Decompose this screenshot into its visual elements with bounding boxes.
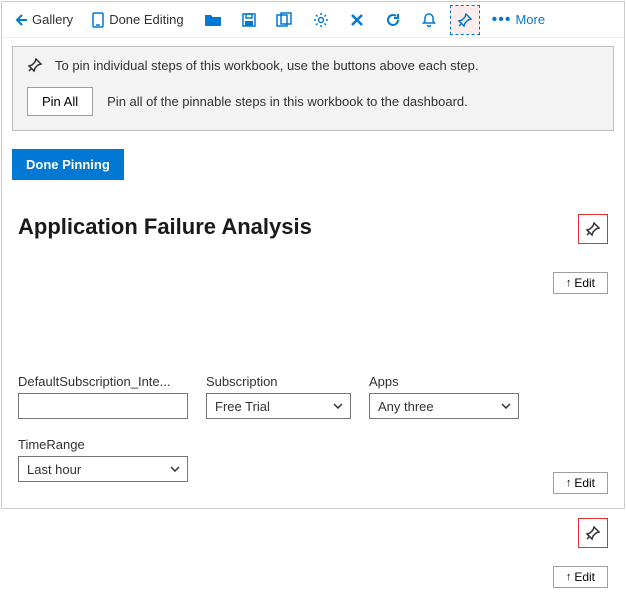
param-defaultsub-label: DefaultSubscription_Inte...: [18, 374, 188, 389]
bell-icon: [421, 12, 437, 28]
tablet-icon: [91, 12, 105, 28]
edit-label: Edit: [574, 276, 595, 290]
edit-button[interactable]: ↑ Edit: [553, 272, 608, 294]
gear-icon: [313, 12, 329, 28]
open-button[interactable]: [198, 5, 228, 35]
more-label: More: [515, 12, 545, 27]
more-button[interactable]: ••• More: [486, 12, 551, 28]
pin-hint-text: To pin individual steps of this workbook…: [55, 58, 478, 73]
done-editing-label: Done Editing: [105, 12, 193, 27]
pin-icon: [585, 525, 601, 541]
chevron-down-icon: [169, 463, 181, 475]
param-subscription-label: Subscription: [206, 374, 351, 389]
chevron-down-icon: [500, 400, 512, 412]
edit-button[interactable]: ↑ Edit: [553, 472, 608, 494]
param-defaultsub-field[interactable]: [18, 393, 188, 419]
settings-button[interactable]: [306, 5, 336, 35]
pin-icon: [457, 12, 473, 28]
edit-button[interactable]: ↑ Edit: [553, 566, 608, 588]
pin-all-button[interactable]: Pin All: [27, 87, 93, 116]
refresh-icon: [385, 12, 401, 28]
save-icon: [241, 12, 257, 28]
pin-step-button[interactable]: [578, 518, 608, 548]
up-arrow-icon: ↑: [566, 277, 572, 289]
pin-icon: [27, 57, 43, 73]
param-subscription-value: Free Trial: [215, 399, 270, 414]
pin-step-button[interactable]: [578, 214, 608, 244]
edit-label: Edit: [574, 476, 595, 490]
pin-all-desc: Pin all of the pinnable steps in this wo…: [107, 94, 468, 109]
params-section: DefaultSubscription_Inte... Subscription…: [18, 374, 614, 494]
up-arrow-icon: ↑: [566, 477, 572, 489]
alert-button[interactable]: [414, 5, 444, 35]
param-subscription-field[interactable]: Free Trial: [206, 393, 351, 419]
pin-icon: [585, 221, 601, 237]
param-apps-label: Apps: [369, 374, 519, 389]
param-timerange-label: TimeRange: [18, 437, 188, 452]
save-copy-button[interactable]: [270, 5, 300, 35]
pin-panel: To pin individual steps of this workbook…: [12, 46, 614, 131]
pin-mode-button[interactable]: [450, 5, 480, 35]
up-arrow-icon: ↑: [566, 571, 572, 583]
param-apps-value: Any three: [378, 399, 434, 414]
discard-button[interactable]: [342, 5, 372, 35]
back-arrow-icon: [12, 12, 28, 28]
done-editing-button[interactable]: Done Editing: [87, 5, 197, 35]
gallery-button[interactable]: Gallery: [8, 5, 87, 35]
step-section: ↑ Edit: [18, 518, 614, 608]
chevron-down-icon: [332, 400, 344, 412]
save-copy-icon: [276, 12, 294, 28]
title-section: ↑ Edit Application Failure Analysis: [18, 214, 614, 324]
done-pinning-button[interactable]: Done Pinning: [12, 149, 124, 180]
gallery-label: Gallery: [28, 12, 83, 27]
param-timerange-value: Last hour: [27, 462, 81, 477]
edit-label: Edit: [574, 570, 595, 584]
refresh-button[interactable]: [378, 5, 408, 35]
param-timerange-field[interactable]: Last hour: [18, 456, 188, 482]
folder-icon: [204, 12, 222, 28]
page-title: Application Failure Analysis: [18, 214, 614, 240]
save-button[interactable]: [234, 5, 264, 35]
param-apps-field[interactable]: Any three: [369, 393, 519, 419]
ellipsis-icon: •••: [492, 12, 512, 28]
toolbar: Gallery Done Editing: [2, 2, 624, 38]
close-icon: [350, 13, 364, 27]
